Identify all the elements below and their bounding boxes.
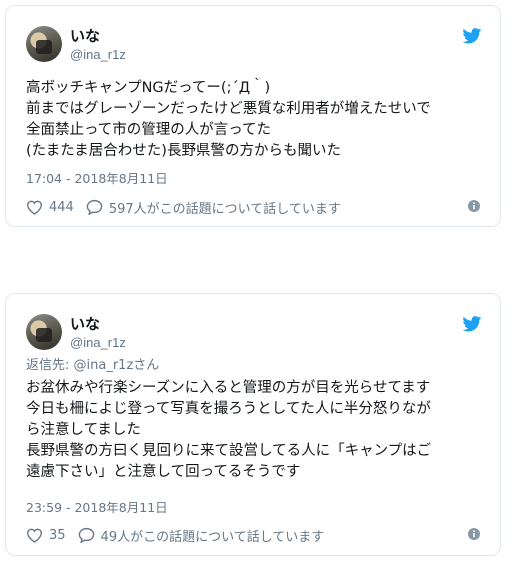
reply-to-label[interactable]: 返信先: @ina_r1zさん — [26, 358, 159, 374]
display-name[interactable]: いな — [70, 315, 100, 333]
tweet-timestamp[interactable]: 23:59 - 2018年8月11日 — [26, 500, 168, 516]
heart-icon — [26, 200, 43, 215]
info-icon[interactable] — [468, 528, 480, 540]
like-count: 35 — [49, 527, 66, 543]
tweet-card: いな @ina_r1z 高ボッチキャンプNGだってー(;´Д｀) 前まではグレー… — [5, 5, 501, 227]
conversation-link[interactable]: 49人がこの話題について話しています — [78, 526, 325, 545]
tweet-actions: 35 49人がこの話題について話しています — [26, 525, 480, 545]
twitter-bird-icon[interactable] — [462, 316, 482, 332]
user-handle[interactable]: @ina_r1z — [70, 335, 126, 351]
tweet-text: 高ボッチキャンプNGだってー(;´Д｀) 前まではグレーゾーンだったけど悪質な利… — [26, 80, 431, 159]
tweet-text: お盆休みや行楽シーズンに入ると管理の方が目を光らせてます 今日も柵によじ登って写… — [26, 380, 432, 480]
info-icon[interactable] — [468, 200, 480, 212]
display-name[interactable]: いな — [70, 27, 100, 45]
heart-icon — [26, 528, 43, 543]
tweet-actions: 444 597人がこの話題について話しています — [26, 197, 480, 217]
talking-count: 49人がこの話題について話しています — [100, 529, 325, 545]
twitter-bird-icon[interactable] — [462, 28, 482, 44]
like-count: 444 — [49, 199, 74, 215]
conversation-link[interactable]: 597人がこの話題について話しています — [86, 198, 341, 217]
user-handle[interactable]: @ina_r1z — [70, 47, 126, 63]
talking-count: 597人がこの話題について話しています — [108, 201, 341, 217]
like-button[interactable]: 35 — [26, 528, 66, 543]
avatar[interactable] — [26, 26, 62, 62]
speech-bubble-icon — [86, 199, 103, 215]
avatar[interactable] — [26, 314, 62, 350]
tweet-card: いな @ina_r1z 返信先: @ina_r1zさん お盆休みや行楽シーズンに… — [5, 293, 501, 556]
like-button[interactable]: 444 — [26, 200, 74, 215]
tweet-timestamp[interactable]: 17:04 - 2018年8月11日 — [26, 171, 168, 187]
speech-bubble-icon — [78, 527, 94, 543]
